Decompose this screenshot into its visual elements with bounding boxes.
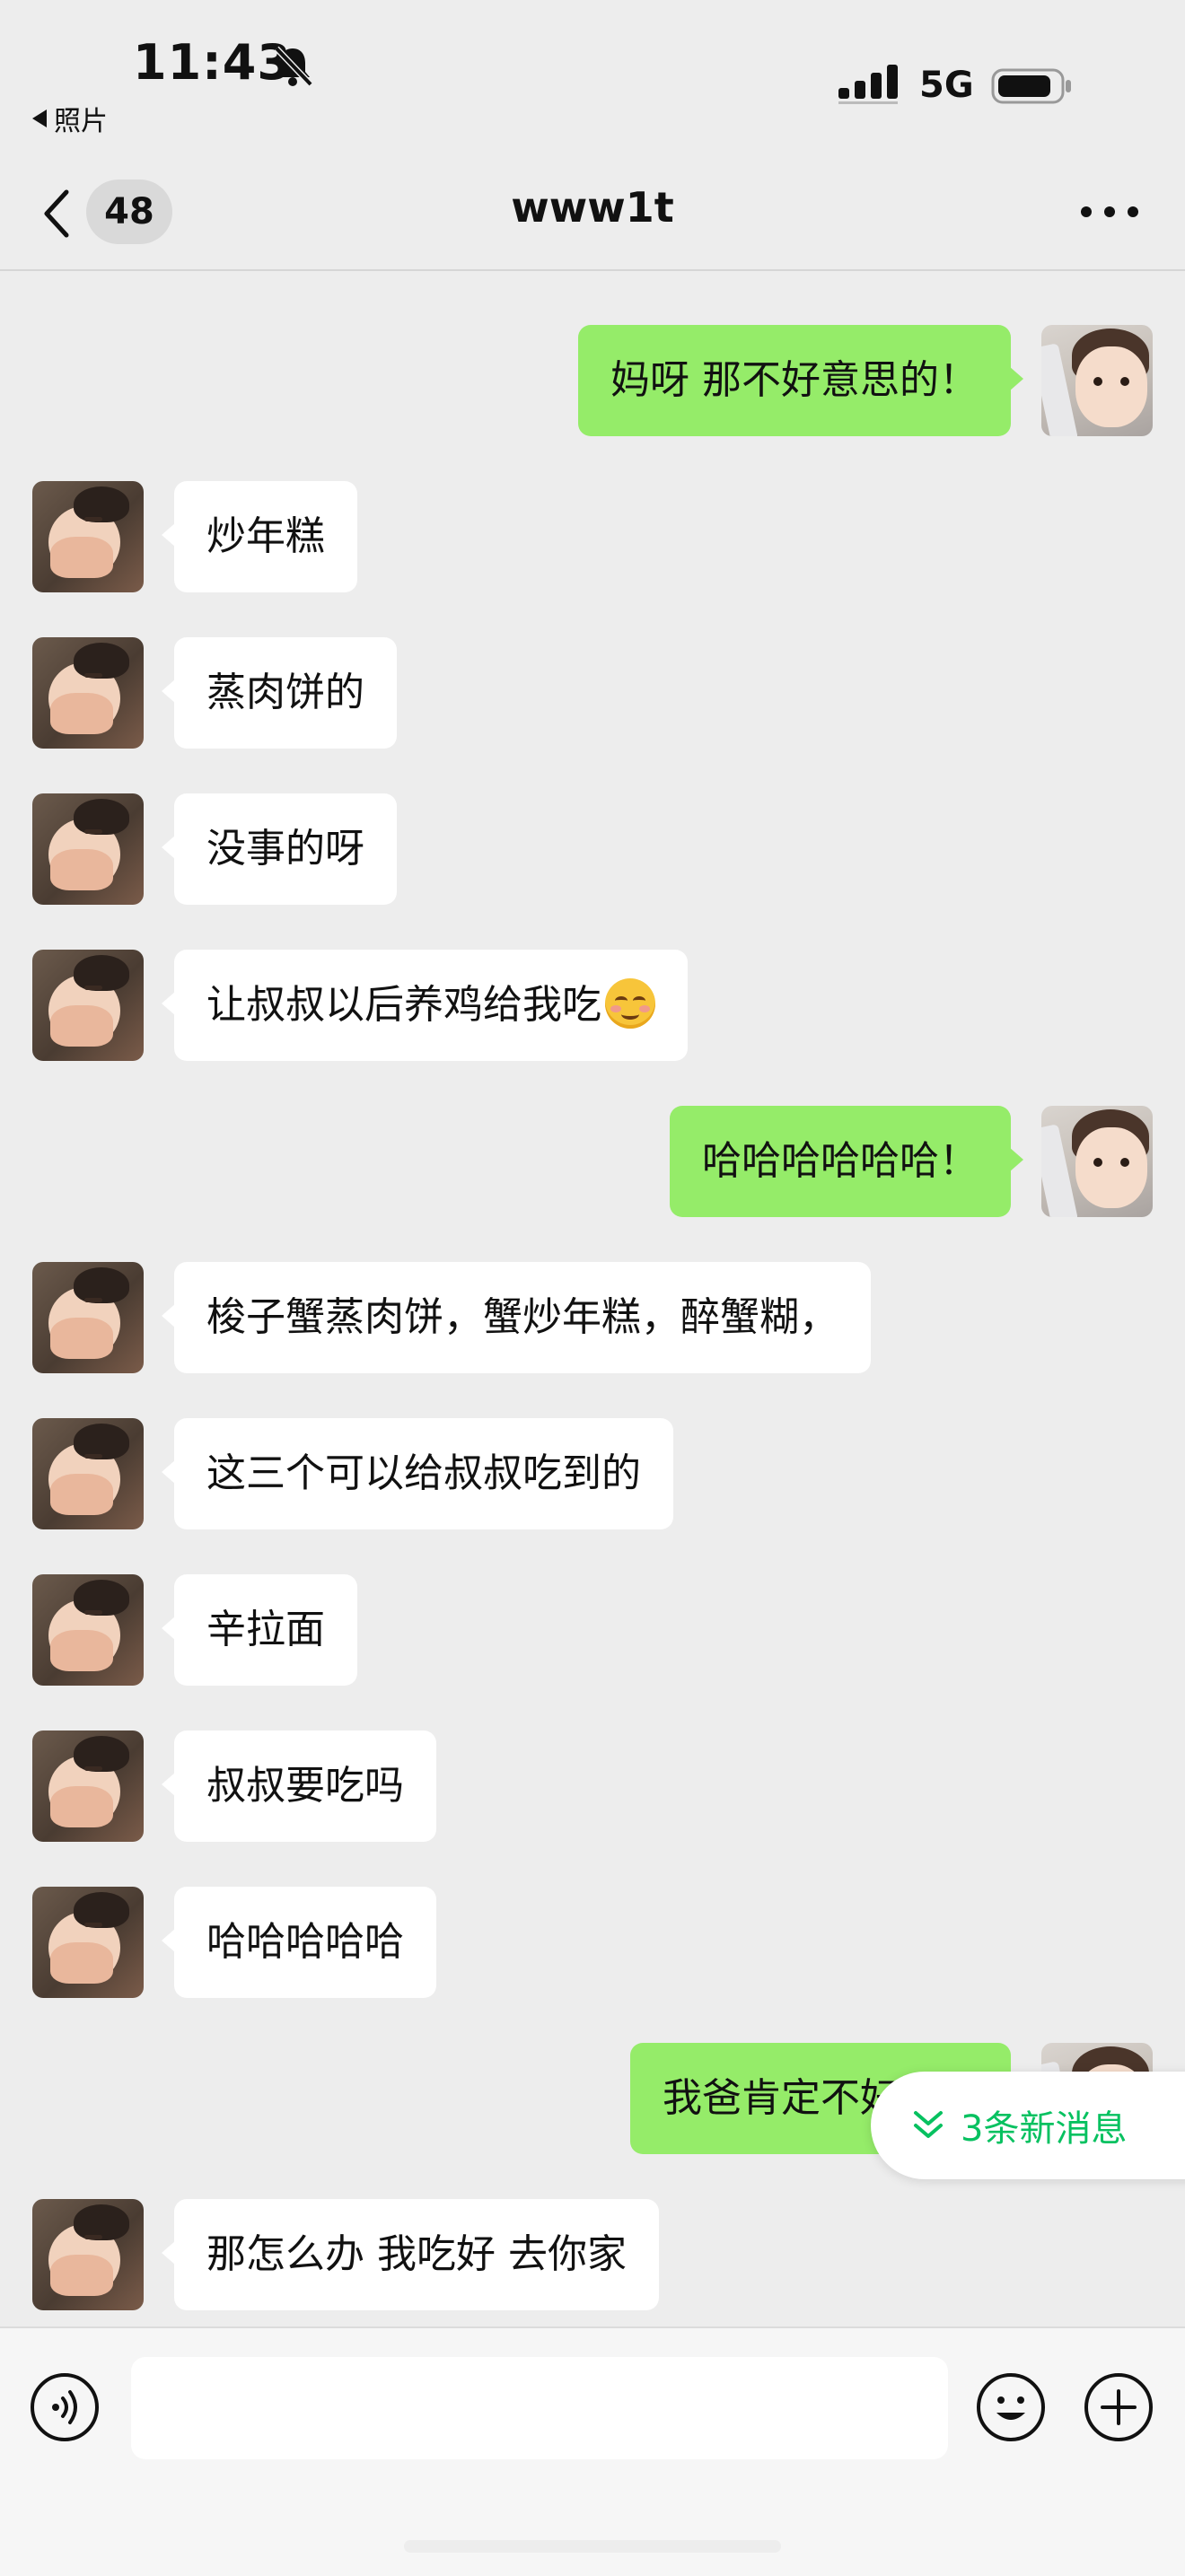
avatar[interactable] — [32, 1262, 144, 1373]
message-list[interactable]: 妈呀 那不好意思的！ 炒年糕 蒸肉饼的 没事的呀 让叔叔以后养鸡给我吃 哈哈哈哈… — [0, 271, 1185, 2326]
home-indicator — [404, 2540, 781, 2553]
incoming-message-bubble[interactable]: 辛拉面 — [162, 1574, 357, 1686]
bell-muted-icon — [274, 46, 313, 87]
message-row: 这三个可以给叔叔吃到的 — [0, 1418, 1185, 1529]
blushing-smile-emoji-icon — [605, 978, 655, 1029]
double-chevron-down-icon — [914, 2111, 943, 2138]
incoming-message-bubble[interactable]: 炒年糕 — [162, 481, 357, 592]
message-row: 让叔叔以后养鸡给我吃 — [0, 950, 1185, 1061]
message-row: 那怎么办 我吃好 去你家 — [0, 2199, 1185, 2310]
incoming-message-bubble[interactable]: 叔叔要吃吗 — [162, 1730, 436, 1842]
avatar[interactable] — [32, 637, 144, 749]
avatar[interactable] — [1041, 1106, 1153, 1217]
message-row: 哈哈哈哈哈哈！ — [0, 1106, 1185, 1217]
incoming-message-bubble[interactable]: 哈哈哈哈哈 — [162, 1887, 436, 1998]
incoming-message-bubble[interactable]: 让叔叔以后养鸡给我吃 — [162, 950, 688, 1061]
page-title: www1t — [511, 183, 674, 232]
incoming-message-bubble[interactable]: 这三个可以给叔叔吃到的 — [162, 1418, 673, 1529]
message-row: 蒸肉饼的 — [0, 637, 1185, 749]
outgoing-message-bubble[interactable]: 哈哈哈哈哈哈！ — [670, 1106, 1023, 1217]
message-input[interactable] — [131, 2357, 948, 2459]
avatar[interactable] — [32, 950, 144, 1061]
battery-icon — [991, 68, 1071, 104]
avatar[interactable] — [32, 481, 144, 592]
back-app-label: 照片 — [54, 106, 108, 137]
avatar[interactable] — [32, 1574, 144, 1686]
emoji-icon[interactable] — [975, 2371, 1047, 2443]
signal-icon — [838, 65, 898, 104]
avatar[interactable] — [32, 1418, 144, 1529]
incoming-message-bubble[interactable]: 那怎么办 我吃好 去你家 — [162, 2199, 659, 2310]
incoming-message-bubble[interactable]: 蒸肉饼的 — [162, 637, 397, 749]
avatar[interactable] — [32, 1887, 144, 1998]
message-row: 哈哈哈哈哈 — [0, 1887, 1185, 1998]
network-label: 5G — [919, 65, 974, 106]
message-row: 炒年糕 — [0, 481, 1185, 592]
avatar[interactable] — [32, 2199, 144, 2310]
message-row: 妈呀 那不好意思的！ — [0, 325, 1185, 436]
message-row: 梭子蟹蒸肉饼，蟹炒年糕，醉蟹糊， — [0, 1262, 1185, 1373]
new-messages-label: 3条新消息 — [961, 2108, 1128, 2150]
outgoing-message-bubble[interactable]: 妈呀 那不好意思的！ — [578, 325, 1023, 436]
plus-circle-icon[interactable] — [1083, 2371, 1154, 2443]
input-bar — [0, 2326, 1185, 2576]
message-row: 辛拉面 — [0, 1574, 1185, 1686]
avatar[interactable] — [32, 1730, 144, 1842]
message-row: 叔叔要吃吗 — [0, 1730, 1185, 1842]
incoming-message-bubble[interactable]: 没事的呀 — [162, 793, 397, 905]
message-row: 没事的呀 — [0, 793, 1185, 905]
message-text: 让叔叔以后养鸡给我吃 — [206, 982, 601, 1028]
avatar[interactable] — [1041, 325, 1153, 436]
voice-icon[interactable] — [29, 2371, 101, 2443]
status-bar: 11:43 照片 5G — [0, 0, 1185, 144]
incoming-message-bubble[interactable]: 梭子蟹蒸肉饼，蟹炒年糕，醉蟹糊， — [162, 1262, 871, 1373]
status-time: 11:43 — [133, 34, 292, 91]
chat-header: 48 www1t — [0, 144, 1185, 271]
back-triangle-icon — [32, 110, 47, 127]
avatar[interactable] — [32, 793, 144, 905]
more-dots-icon[interactable] — [1081, 206, 1138, 219]
back-to-app[interactable]: 照片 — [32, 99, 108, 138]
new-messages-button[interactable]: 3条新消息 — [871, 2072, 1185, 2179]
